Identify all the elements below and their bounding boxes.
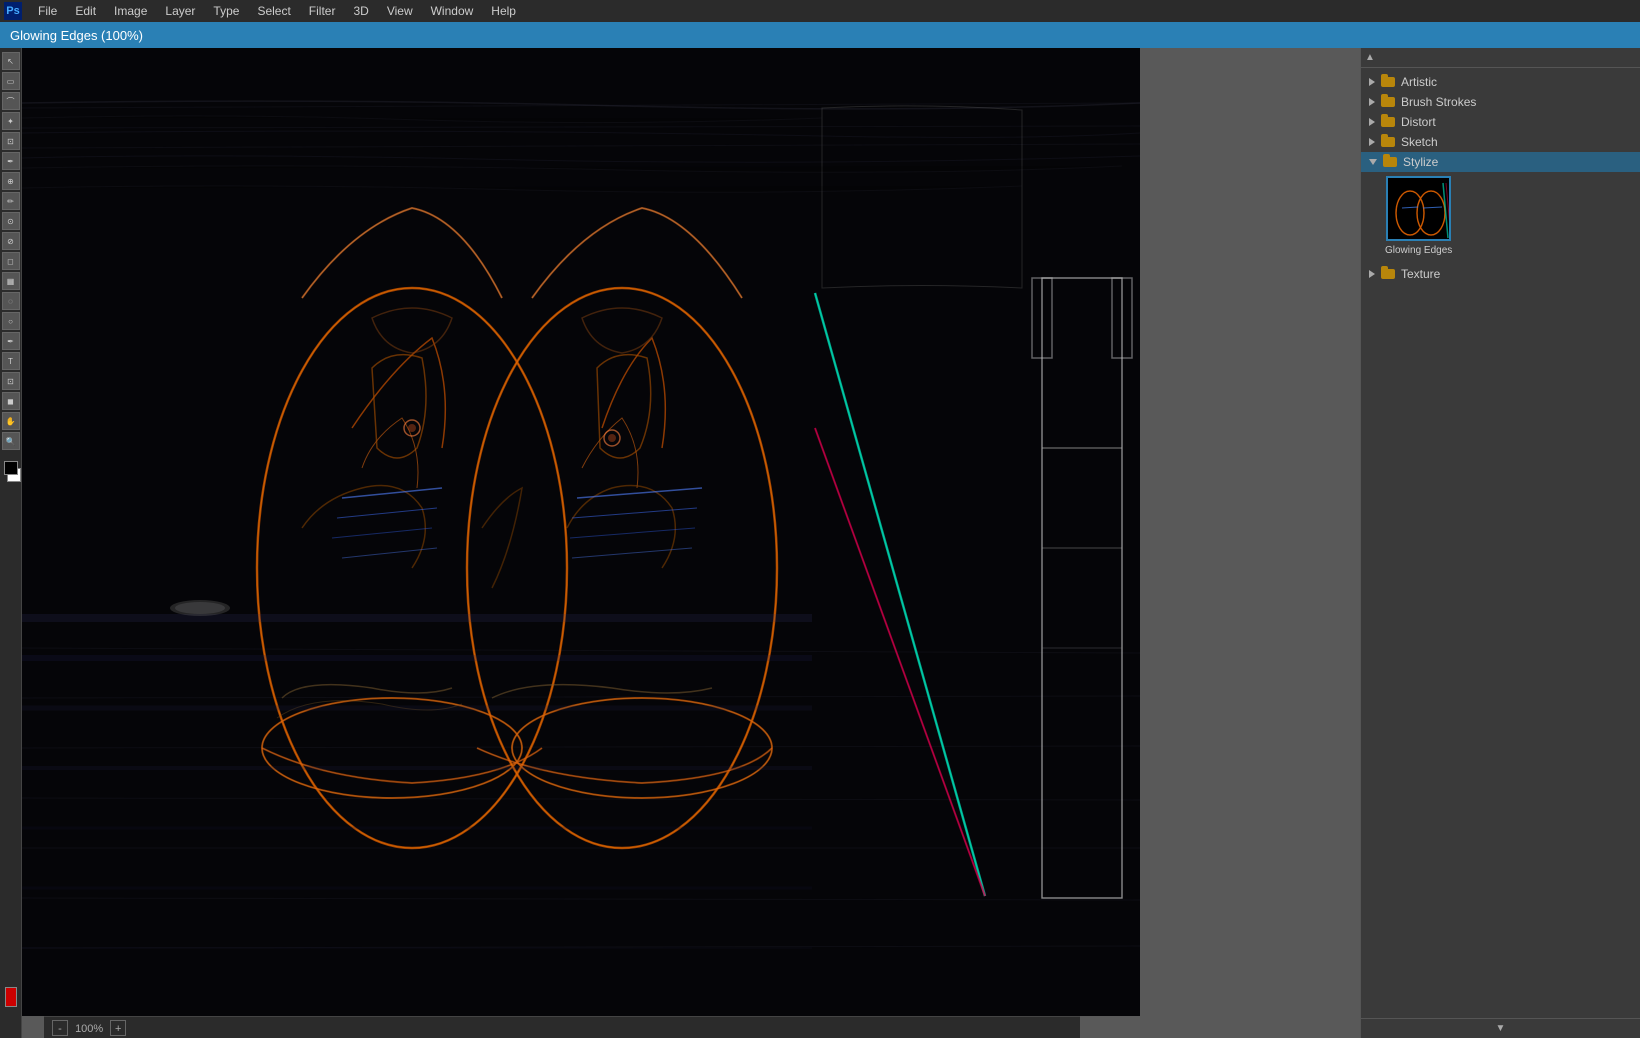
tool-blur[interactable]: ◌ bbox=[2, 292, 20, 310]
tool-crop[interactable]: ⊡ bbox=[2, 132, 20, 150]
right-panel: ▲ Artistic Brush Strokes Distort bbox=[1360, 48, 1640, 1038]
glowing-edges-thumbnail[interactable] bbox=[1386, 176, 1451, 241]
menu-file[interactable]: File bbox=[30, 2, 65, 20]
expand-distort-icon bbox=[1369, 118, 1375, 126]
quick-mask-button[interactable] bbox=[5, 987, 17, 1007]
title-text: Glowing Edges (100%) bbox=[10, 28, 143, 43]
zoom-level: - 100% + bbox=[52, 1020, 126, 1036]
glowing-edges-container: Glowing Edges bbox=[1385, 176, 1452, 256]
glowing-edges-label: Glowing Edges bbox=[1385, 245, 1452, 256]
bottom-status-bar: - 100% + bbox=[44, 1016, 1080, 1038]
tool-text[interactable]: T bbox=[2, 352, 20, 370]
menu-view[interactable]: View bbox=[379, 2, 421, 20]
main-layout: ↖ ▭ ⌒ ✦ ⊡ ✒ ⊕ ✏ ⊙ ⊘ ◻ ▦ ◌ ○ ✒ T ⊡ ◼ ✋ 🔍 bbox=[0, 48, 1640, 1038]
panel-scroll-down-icon: ▼ bbox=[1496, 1023, 1506, 1034]
panel-top-arrow: ▲ bbox=[1361, 48, 1640, 68]
filter-category-brush-strokes-label: Brush Strokes bbox=[1401, 95, 1476, 109]
tool-heal[interactable]: ⊕ bbox=[2, 172, 20, 190]
menu-select[interactable]: Select bbox=[249, 2, 298, 20]
tool-eraser[interactable]: ◻ bbox=[2, 252, 20, 270]
filter-category-distort-label: Distort bbox=[1401, 115, 1436, 129]
folder-brush-strokes-icon bbox=[1381, 97, 1395, 107]
folder-texture-icon bbox=[1381, 269, 1395, 279]
filter-category-brush-strokes[interactable]: Brush Strokes bbox=[1361, 92, 1640, 112]
panel-scroll-up[interactable]: ▲ bbox=[1365, 52, 1375, 63]
tool-gradient[interactable]: ▦ bbox=[2, 272, 20, 290]
menu-image[interactable]: Image bbox=[106, 2, 155, 20]
tool-history[interactable]: ⊘ bbox=[2, 232, 20, 250]
filter-category-texture-label: Texture bbox=[1401, 267, 1440, 281]
filter-list: Artistic Brush Strokes Distort Sketch bbox=[1361, 68, 1640, 1018]
tool-brush[interactable]: ✏ bbox=[2, 192, 20, 210]
menu-3d[interactable]: 3D bbox=[345, 2, 376, 20]
tool-path[interactable]: ⊡ bbox=[2, 372, 20, 390]
folder-sketch-icon bbox=[1381, 137, 1395, 147]
expand-texture-icon bbox=[1369, 270, 1375, 278]
tool-lasso[interactable]: ⌒ bbox=[2, 92, 20, 110]
canvas-area: - 100% + bbox=[22, 48, 1360, 1038]
menu-type[interactable]: Type bbox=[205, 2, 247, 20]
filter-category-artistic[interactable]: Artistic bbox=[1361, 72, 1640, 92]
canvas-svg bbox=[22, 48, 1140, 1016]
expand-artistic-icon bbox=[1369, 78, 1375, 86]
tool-zoom[interactable]: 🔍 bbox=[2, 432, 20, 450]
tool-magic-wand[interactable]: ✦ bbox=[2, 112, 20, 130]
filter-category-distort[interactable]: Distort bbox=[1361, 112, 1640, 132]
filter-category-artistic-label: Artistic bbox=[1401, 75, 1437, 89]
left-toolbar: ↖ ▭ ⌒ ✦ ⊡ ✒ ⊕ ✏ ⊙ ⊘ ◻ ▦ ◌ ○ ✒ T ⊡ ◼ ✋ 🔍 bbox=[0, 48, 22, 1038]
collapse-stylize-icon bbox=[1369, 159, 1377, 165]
folder-distort-icon bbox=[1381, 117, 1395, 127]
tool-shape[interactable]: ◼ bbox=[2, 392, 20, 410]
menu-layer[interactable]: Layer bbox=[157, 2, 203, 20]
foreground-color-swatch[interactable] bbox=[4, 461, 18, 475]
tool-eyedropper[interactable]: ✒ bbox=[2, 152, 20, 170]
titlebar: Glowing Edges (100%) bbox=[0, 22, 1640, 48]
filter-category-sketch-label: Sketch bbox=[1401, 135, 1438, 149]
menu-window[interactable]: Window bbox=[423, 2, 482, 20]
tool-dodge[interactable]: ○ bbox=[2, 312, 20, 330]
tool-select[interactable]: ▭ bbox=[2, 72, 20, 90]
menu-edit[interactable]: Edit bbox=[67, 2, 104, 20]
menu-help[interactable]: Help bbox=[483, 2, 524, 20]
app-icon: Ps bbox=[4, 2, 22, 20]
folder-artistic-icon bbox=[1381, 77, 1395, 87]
menu-filter[interactable]: Filter bbox=[301, 2, 344, 20]
zoom-out-button[interactable]: - bbox=[52, 1020, 68, 1036]
filter-category-stylize-label: Stylize bbox=[1403, 155, 1438, 169]
filter-category-stylize[interactable]: Stylize bbox=[1361, 152, 1640, 172]
folder-stylize-icon bbox=[1383, 157, 1397, 167]
filter-category-texture[interactable]: Texture bbox=[1361, 264, 1640, 284]
tool-clone[interactable]: ⊙ bbox=[2, 212, 20, 230]
filter-category-sketch[interactable]: Sketch bbox=[1361, 132, 1640, 152]
tool-move[interactable]: ↖ bbox=[2, 52, 20, 70]
expand-sketch-icon bbox=[1369, 138, 1375, 146]
zoom-in-button[interactable]: + bbox=[110, 1020, 126, 1036]
panel-bottom-arrow[interactable]: ▼ bbox=[1361, 1018, 1640, 1038]
expand-brush-strokes-icon bbox=[1369, 98, 1375, 106]
canvas-image bbox=[22, 48, 1140, 1016]
stylize-content: Glowing Edges bbox=[1361, 172, 1640, 264]
tool-hand[interactable]: ✋ bbox=[2, 412, 20, 430]
tool-pen[interactable]: ✒ bbox=[2, 332, 20, 350]
menubar: Ps File Edit Image Layer Type Select Fil… bbox=[0, 0, 1640, 22]
